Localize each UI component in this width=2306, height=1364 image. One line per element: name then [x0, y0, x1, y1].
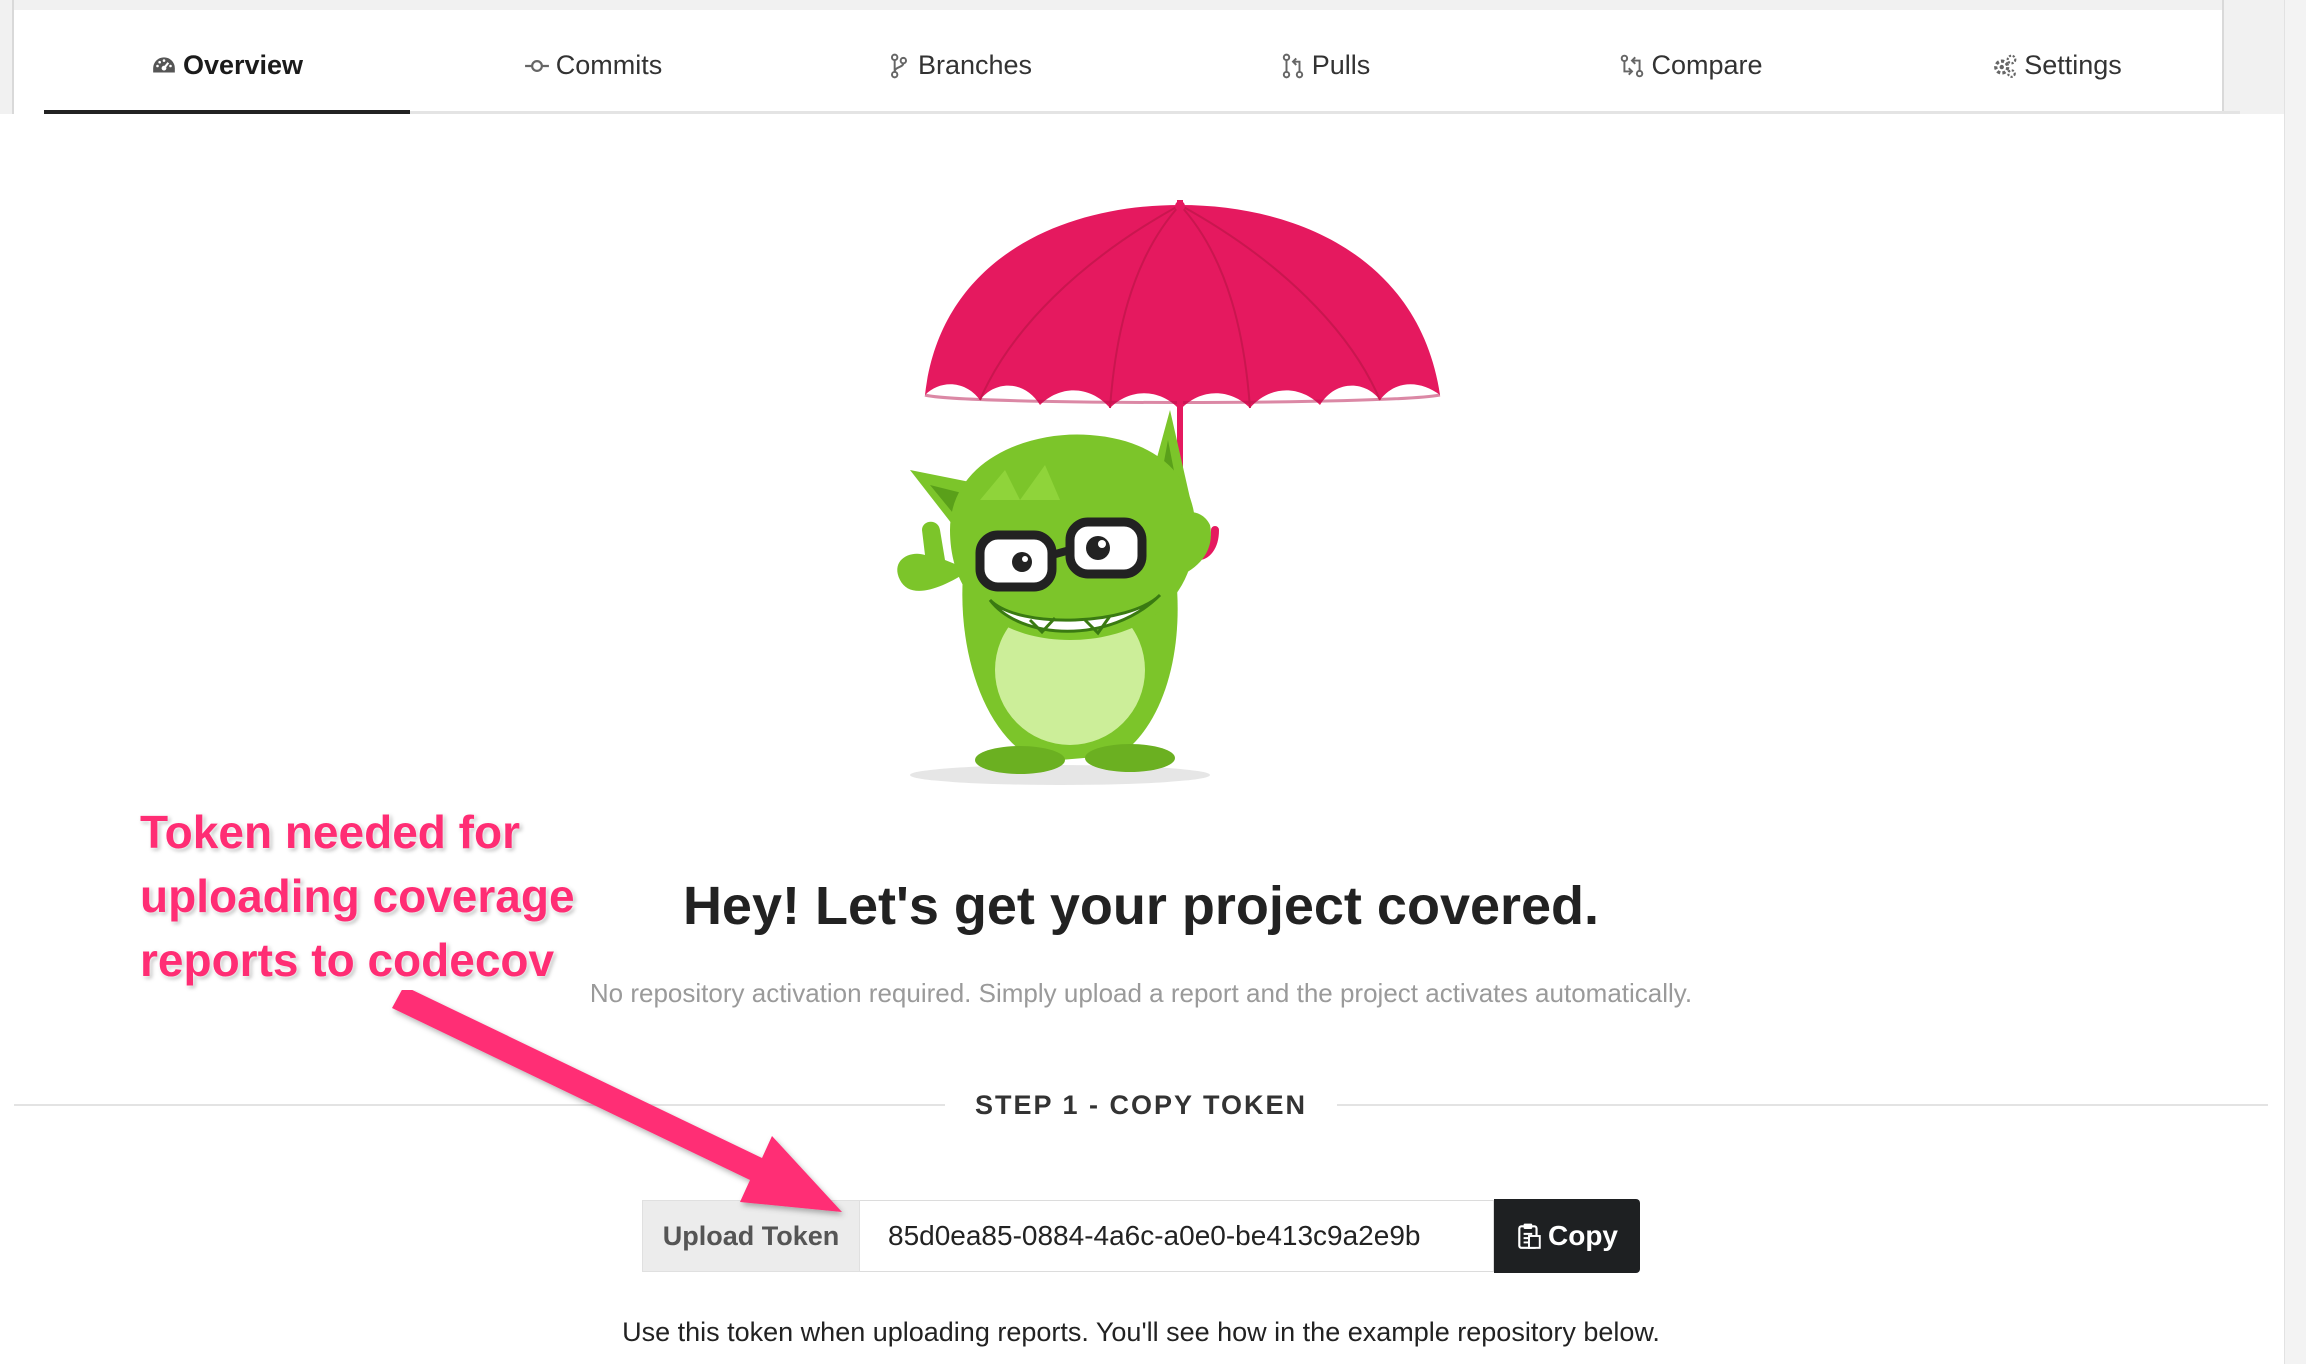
tab-compare[interactable]: Compare	[1508, 20, 1874, 111]
clipboard-icon	[1518, 1223, 1541, 1249]
tab-pulls-label: Pulls	[1311, 50, 1371, 80]
tab-settings[interactable]: Settings	[1874, 20, 2240, 111]
repo-tabs: Overview Commits Branches Pulls Compare	[44, 20, 2240, 114]
tab-pulls[interactable]: Pulls	[1142, 20, 1508, 111]
compare-icon	[1619, 53, 1645, 79]
annotation-line: reports to codecov	[140, 934, 555, 986]
annotation-line: Token needed for	[140, 806, 520, 858]
copy-button-label: Copy	[1548, 1220, 1618, 1251]
pull-request-icon	[1280, 53, 1306, 79]
copy-token-button[interactable]: Copy	[1494, 1199, 1640, 1273]
tab-branches[interactable]: Branches	[776, 20, 1142, 111]
tab-settings-label: Settings	[2024, 50, 2122, 80]
tab-compare-label: Compare	[1651, 50, 1763, 80]
gear-icon	[1992, 53, 2018, 79]
token-helper-text: Use this token when uploading reports. Y…	[622, 1317, 1660, 1347]
tab-branches-label: Branches	[917, 50, 1033, 80]
divider-line-right	[1337, 1104, 2268, 1106]
codecov-mascot-illustration	[897, 200, 1441, 785]
tab-commits-label: Commits	[555, 50, 663, 80]
window-frame-left	[0, 0, 14, 114]
window-frame-top	[0, 0, 2306, 10]
commit-icon	[524, 53, 550, 79]
step-divider: STEP 1 - COPY TOKEN	[14, 1085, 2268, 1125]
annotation-callout: Token needed for uploading coverage repo…	[140, 800, 660, 992]
tab-overview-label: Overview	[182, 50, 304, 80]
annotation-line: uploading coverage	[140, 870, 575, 922]
tab-commits[interactable]: Commits	[410, 20, 776, 111]
annotation-arrow-icon	[392, 990, 842, 1212]
step-label: STEP 1 - COPY TOKEN	[974, 1089, 1308, 1120]
upload-token-field[interactable]: 85d0ea85-0884-4a6c-a0e0-be413c9a2e9b	[860, 1200, 1494, 1272]
tab-overview[interactable]: Overview	[44, 20, 410, 114]
codecov-page: Overview Commits Branches Pulls Compare	[0, 0, 2306, 1364]
dashboard-icon	[151, 53, 177, 79]
vertical-scrollbar[interactable]	[2284, 0, 2306, 1364]
branch-icon	[886, 53, 912, 79]
